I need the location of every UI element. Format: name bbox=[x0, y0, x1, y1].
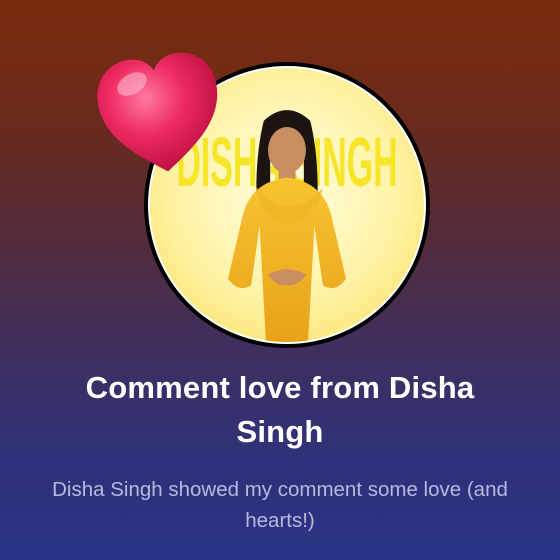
heart-icon bbox=[92, 48, 228, 180]
notification-subtitle: Disha Singh showed my comment some love … bbox=[52, 478, 508, 532]
notification-title: Comment love from Disha Singh bbox=[85, 370, 475, 449]
